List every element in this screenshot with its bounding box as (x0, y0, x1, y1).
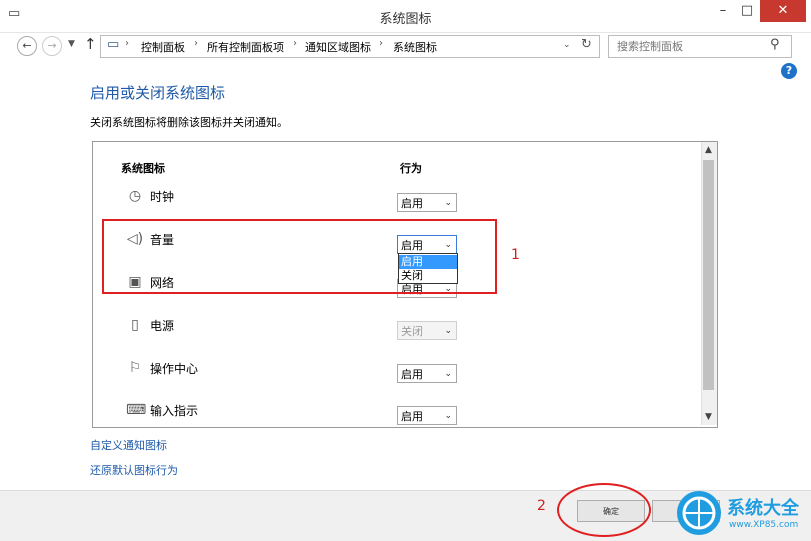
restore-default-icons-link[interactable]: 还原默认图标行为 (90, 462, 178, 478)
back-button[interactable]: ← (17, 36, 37, 56)
select-value: 启用 (401, 410, 423, 423)
annotation-highlight-box (102, 219, 497, 294)
row-label-clock: 时钟 (150, 190, 175, 204)
behavior-select-action-center[interactable]: 启用 ⌄ (397, 364, 457, 383)
chevron-down-icon: ⌄ (444, 198, 452, 208)
customize-notification-icons-link[interactable]: 自定义通知图标 (90, 437, 167, 453)
search-icon[interactable]: ⚲ (770, 37, 780, 52)
up-arrow-icon[interactable]: ↑ (84, 35, 97, 53)
minimize-button[interactable]: – (712, 0, 734, 22)
maximize-button[interactable]: □ (736, 0, 758, 22)
select-value: 启用 (401, 197, 423, 210)
help-icon[interactable]: ? (781, 63, 797, 79)
window-title: 系统图标 (379, 12, 432, 27)
chevron-down-icon: ⌄ (444, 411, 452, 421)
column-header-icon: 系统图标 (121, 162, 165, 175)
annotation-marker-1: 1 (511, 247, 520, 263)
breadcrumb-separator: › (125, 38, 129, 49)
power-icon: ▯ (131, 317, 139, 333)
breadcrumb-notification-icons[interactable]: 通知区域图标 (305, 39, 371, 55)
breadcrumb-separator: › (194, 38, 198, 49)
breadcrumb-system-icons[interactable]: 系统图标 (393, 39, 437, 55)
computer-icon: ▭ (107, 37, 120, 52)
select-value: 启用 (401, 368, 423, 381)
search-box[interactable]: ⚲ (608, 35, 792, 58)
select-value: 关闭 (401, 325, 423, 338)
scroll-up-arrow-icon[interactable]: ▲ (701, 142, 716, 158)
forward-arrow-icon: → (47, 39, 57, 52)
breadcrumb-all-items[interactable]: 所有控制面板项 (207, 39, 284, 55)
breadcrumb-separator: › (293, 38, 297, 49)
row-label-input-indicator: 输入指示 (150, 404, 199, 418)
address-dropdown-icon[interactable]: ⌄ (563, 40, 571, 50)
watermark-logo (677, 491, 721, 535)
search-input[interactable] (615, 38, 769, 55)
behavior-select-clock[interactable]: 启用 ⌄ (397, 193, 457, 212)
breadcrumb-separator: › (379, 38, 383, 49)
column-header-behavior: 行为 (400, 162, 422, 175)
scroll-down-arrow-icon[interactable]: ▼ (701, 409, 716, 425)
forward-button[interactable]: → (42, 36, 62, 56)
flag-icon: ⚐ (128, 360, 142, 376)
scrollbar-thumb[interactable] (703, 160, 714, 390)
behavior-select-power: 关闭 ⌄ (397, 321, 457, 340)
close-button[interactable]: ✕ (760, 0, 806, 22)
behavior-select-input-indicator[interactable]: 启用 ⌄ (397, 406, 457, 425)
row-label-action-center: 操作中心 (150, 362, 199, 376)
back-arrow-icon: ← (22, 39, 32, 52)
row-label-power: 电源 (150, 319, 175, 333)
annotation-circle (557, 483, 651, 537)
address-box[interactable]: ▭ › 控制面板 › 所有控制面板项 › 通知区域图标 › 系统图标 ⌄ ↻ (100, 35, 600, 58)
chevron-down-icon: ⌄ (444, 369, 452, 379)
title-bar: ▭ 系统图标 – □ ✕ (0, 0, 811, 33)
watermark-brand: 系统大全 (727, 498, 799, 519)
refresh-icon[interactable]: ↻ (581, 37, 592, 52)
keyboard-icon: ⌨ (126, 402, 147, 418)
address-bar: ← → ▼ ↑ ▭ › 控制面板 › 所有控制面板项 › 通知区域图标 › 系统… (0, 32, 811, 60)
breadcrumb-control-panel[interactable]: 控制面板 (141, 39, 185, 55)
page-title: 启用或关闭系统图标 (90, 84, 226, 102)
clock-icon: ◷ (128, 188, 142, 204)
watermark-url: www.XP85.com (729, 520, 799, 530)
annotation-marker-2: 2 (537, 498, 546, 514)
watermark-globe-icon (682, 496, 716, 530)
chevron-down-icon: ⌄ (444, 326, 452, 336)
recent-locations-dropdown[interactable]: ▼ (68, 39, 75, 49)
page-description: 关闭系统图标将删除该图标并关闭通知。 (90, 116, 288, 129)
